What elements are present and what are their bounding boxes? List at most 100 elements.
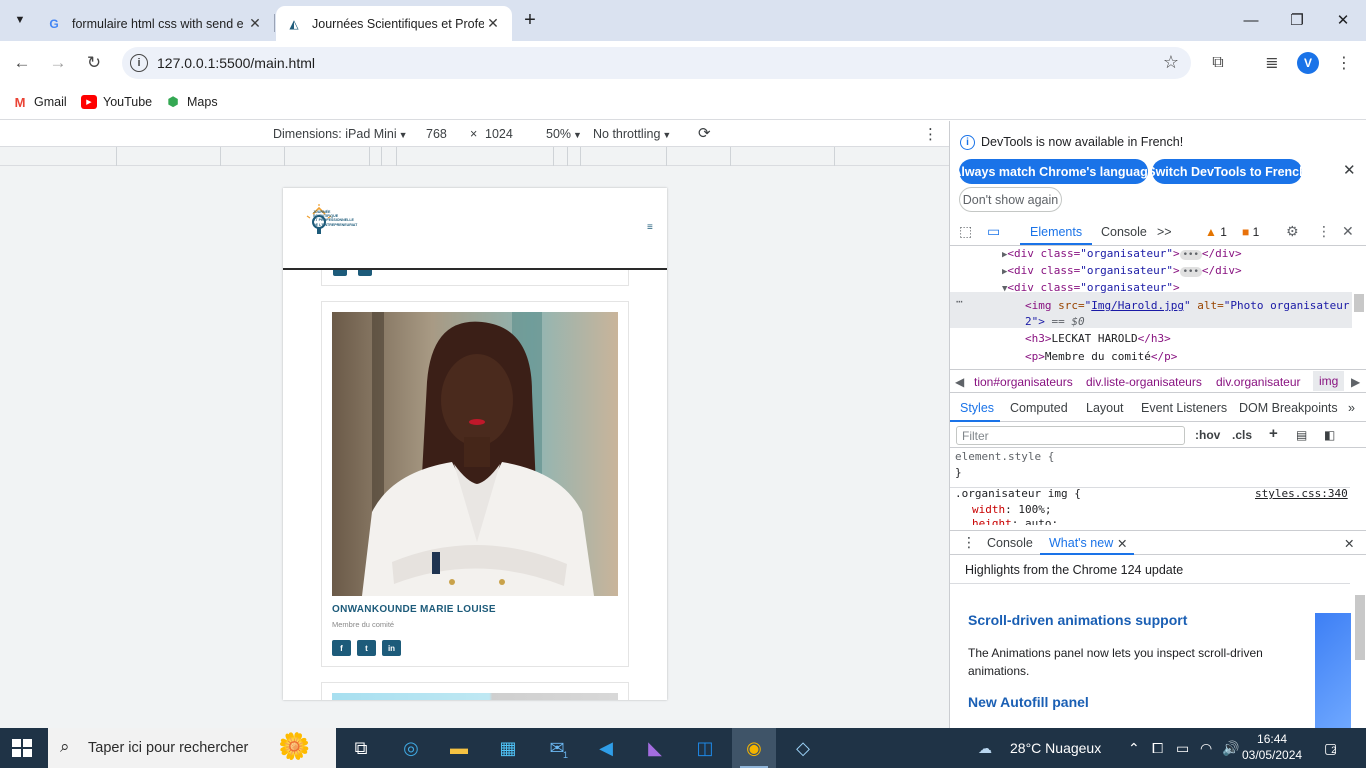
feature-link-autofill[interactable]: New Autofill panel — [968, 694, 1089, 710]
device-height-input[interactable]: 1024 — [485, 127, 513, 141]
more-tabs-chevron-icon[interactable]: >> — [1157, 225, 1172, 239]
dom-node[interactable]: ▶<div class="organisateur"> ••• </div> — [1002, 264, 1242, 277]
settings-gear-icon[interactable]: ⚙ — [1286, 223, 1299, 240]
breadcrumb-item[interactable]: tion#organisateurs — [974, 375, 1073, 389]
bookmark-star-icon[interactable]: ☆ — [1163, 52, 1179, 73]
bookmark-youtube[interactable]: ▶ YouTube — [81, 92, 152, 112]
hamburger-menu-icon[interactable]: ≡ — [647, 222, 653, 233]
more-subtabs-chevron-icon[interactable]: » — [1348, 401, 1355, 415]
dom-node-p[interactable]: <p>Membre du comité</p> — [1025, 350, 1177, 363]
subtab-event-listeners[interactable]: Event Listeners — [1141, 401, 1227, 415]
tray-wifi-icon[interactable]: ◠ — [1200, 740, 1212, 757]
extensions-puzzle-icon[interactable]: ⧉ — [1204, 49, 1232, 77]
zoom-select[interactable]: 50% ▼ — [546, 127, 582, 141]
drawer-tab-whats-new[interactable]: What's new — [1049, 536, 1113, 550]
tray-volume-icon[interactable]: 🔊 — [1222, 740, 1239, 757]
dom-tree[interactable]: ▶<div class="organisateur"> ••• </div> ▶<d… — [950, 246, 1366, 369]
restore-icon[interactable]: ❐ — [1274, 0, 1320, 40]
sidebar-toggle-icon[interactable]: ◧ — [1324, 428, 1335, 442]
styles-filter-input[interactable]: Filter — [956, 426, 1185, 445]
taskbar-search-box[interactable]: ⌕ Taper ici pour rechercher 🌼 — [48, 728, 336, 768]
edge-browser-icon[interactable]: ◎ — [389, 728, 433, 768]
throttling-select[interactable]: No throttling ▼ — [593, 127, 671, 141]
minimize-icon[interactable]: — — [1228, 0, 1274, 40]
infobar-close-icon[interactable]: ✕ — [1343, 161, 1356, 179]
emulated-page-viewport[interactable]: JOURNÉE SCIENTIFIQUE ET PROFESSIONNELLE … — [283, 188, 667, 700]
class-toggle[interactable]: .cls — [1232, 428, 1252, 442]
profile-avatar[interactable]: V — [1297, 52, 1319, 74]
window-close-icon[interactable]: ✕ — [1320, 0, 1366, 40]
hover-state-toggle[interactable]: :hov — [1195, 428, 1220, 442]
breadcrumb-scroll-left-icon[interactable]: ◀ — [955, 375, 964, 389]
tray-chevron-icon[interactable]: ⌃ — [1128, 740, 1140, 757]
url-text[interactable]: 127.0.0.1:5500/main.html — [157, 55, 315, 71]
address-bar[interactable]: i 127.0.0.1:5500/main.html ☆ — [122, 47, 1191, 79]
vscode-icon[interactable]: ◀ — [584, 728, 628, 768]
rule-selector[interactable]: .organisateur img { — [955, 487, 1081, 500]
switch-to-french-button[interactable]: Switch DevTools to French — [1147, 159, 1307, 184]
tab-elements[interactable]: Elements — [1030, 225, 1082, 239]
notifications-icon[interactable]: ▢2 — [1324, 740, 1337, 757]
devtools-kebab-icon[interactable]: ⋮ — [1317, 223, 1331, 240]
task-view-icon[interactable]: ⧉ — [339, 728, 383, 768]
mail-icon[interactable]: ✉ 1 — [535, 728, 579, 768]
dom-node[interactable]: ▶<div class="organisateur"> ••• </div> — [1002, 247, 1242, 260]
linkedin-icon[interactable]: in — [382, 640, 401, 656]
dom-node-h3[interactable]: <h3>LECKAT HAROLD</h3> — [1025, 332, 1171, 345]
breadcrumb-item[interactable]: div.organisateur — [1216, 375, 1301, 389]
warnings-badge[interactable]: ▲ 1 — [1205, 225, 1227, 239]
subtab-styles[interactable]: Styles — [960, 401, 994, 415]
tab-search-chevron-icon[interactable]: ▼ — [6, 8, 34, 32]
bookmark-gmail[interactable]: M Gmail — [12, 92, 67, 112]
tab-close-icon[interactable]: ✕ — [484, 15, 502, 33]
new-tab-plus-icon[interactable]: + — [518, 8, 542, 32]
browser-tab-journees[interactable]: ◭ Journées Scientifiques et Profes ✕ — [276, 6, 512, 41]
breadcrumb-scroll-right-icon[interactable]: ▶ — [1351, 375, 1360, 389]
drawer-close-icon[interactable]: ✕ — [1344, 536, 1354, 551]
taskbar-clock[interactable]: 16:44 03/05/2024 — [1242, 731, 1302, 763]
device-width-input[interactable]: 768 — [426, 127, 447, 141]
dom-scrollbar[interactable] — [1354, 294, 1364, 312]
microsoft-store-icon[interactable]: ▦ — [486, 728, 530, 768]
chrome-menu-kebab-icon[interactable]: ⋮ — [1330, 49, 1358, 77]
dont-show-again-button[interactable]: Don't show again — [959, 187, 1062, 212]
device-dimensions-select[interactable]: Dimensions: iPad Mini ▼ — [273, 127, 408, 141]
bookmark-maps[interactable]: ⬢ Maps — [165, 92, 217, 112]
generic-app-icon[interactable]: ◇ — [781, 728, 825, 768]
back-arrow-icon[interactable]: ← — [8, 49, 36, 77]
twitter-icon[interactable]: t — [357, 640, 376, 656]
chrome-icon[interactable]: ◉ — [732, 728, 776, 768]
devtools-close-icon[interactable]: ✕ — [1342, 223, 1354, 240]
drawer-tab-console[interactable]: Console — [987, 536, 1033, 550]
reload-icon[interactable]: ↻ — [80, 49, 108, 77]
dom-node-img-selected[interactable]: <img src="Img/Harold.jpg" alt="Photo org… — [1025, 299, 1350, 312]
file-explorer-icon[interactable]: ▬ — [437, 728, 481, 768]
tray-camera-icon[interactable]: ⧠ — [1152, 740, 1163, 757]
issues-badge[interactable]: ■ 1 — [1242, 225, 1259, 239]
device-toggle-icon[interactable]: ▭ — [987, 223, 1000, 240]
whats-new-scrollbar[interactable] — [1355, 595, 1365, 660]
forward-arrow-icon[interactable]: → — [44, 49, 72, 77]
style-property[interactable]: height: auto; — [972, 517, 1058, 525]
match-language-button[interactable]: Always match Chrome's language — [952, 159, 1155, 184]
feature-link-scroll-animations[interactable]: Scroll-driven animations support — [968, 612, 1187, 628]
browser-tab-formulaire[interactable]: G formulaire html css with send e ✕ — [36, 6, 274, 41]
tab-console[interactable]: Console — [1101, 225, 1147, 239]
site-info-icon[interactable]: i — [130, 54, 148, 72]
dom-node-expanded[interactable]: ▼<div class="organisateur"> — [1002, 281, 1180, 294]
breadcrumb-item-selected[interactable]: img — [1313, 371, 1345, 391]
subtab-dom-breakpoints[interactable]: DOM Breakpoints — [1239, 401, 1338, 415]
node-actions-ellipsis-icon[interactable]: ⋯ — [956, 295, 963, 308]
new-style-rule-plus-icon[interactable]: + — [1269, 425, 1278, 442]
drawer-kebab-icon[interactable]: ⋮ — [962, 534, 976, 551]
device-toolbar-kebab-icon[interactable]: ⋮ — [923, 125, 938, 143]
tab-close-icon[interactable]: ✕ — [246, 15, 264, 33]
styles-pane[interactable]: element.style { } .organisateur img { st… — [950, 449, 1366, 525]
rotate-icon[interactable]: ⟳ — [698, 124, 711, 142]
drawer-tab-close-icon[interactable]: ✕ — [1117, 536, 1127, 551]
outlook-icon[interactable]: ◫ — [683, 728, 727, 768]
tray-battery-icon[interactable]: ▭ — [1176, 740, 1189, 757]
element-style-rule[interactable]: element.style { — [955, 450, 1054, 463]
paint-brush-icon[interactable]: ▤ — [1296, 428, 1307, 442]
media-controls-icon[interactable]: ≣ — [1258, 49, 1286, 77]
